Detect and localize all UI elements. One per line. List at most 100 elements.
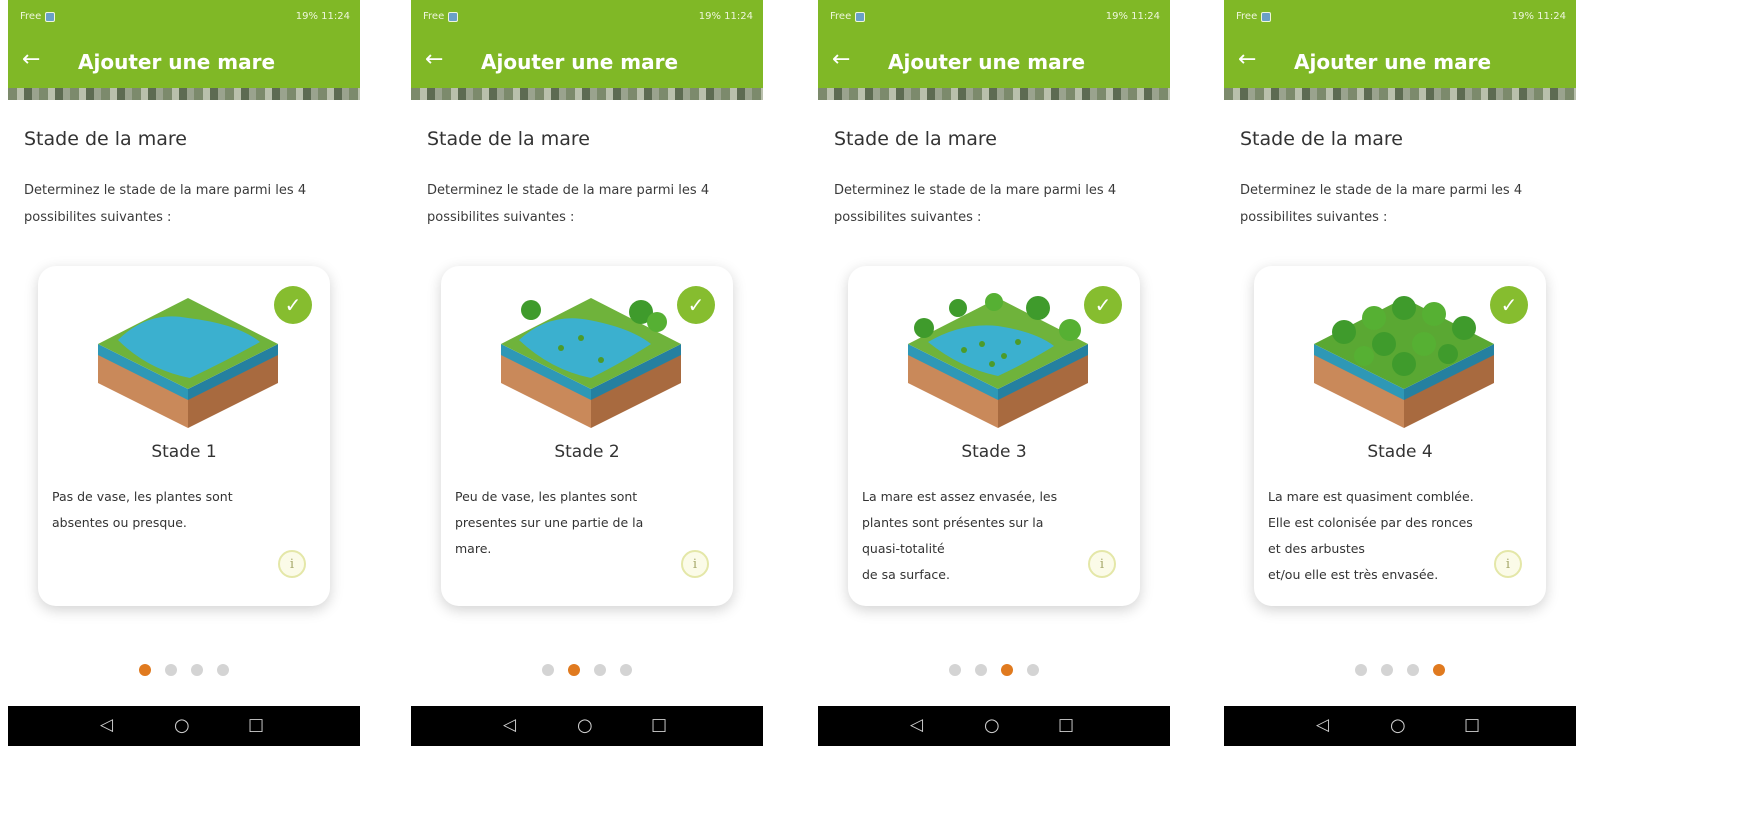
- page-dot-1[interactable]: [949, 664, 961, 676]
- page-dot-2[interactable]: [165, 664, 177, 676]
- check-icon[interactable]: ✓: [274, 286, 312, 324]
- section-description: Determinez le stade de la mare parmi les…: [834, 183, 1117, 225]
- battery-time-text: 19% 11:24: [1511, 11, 1566, 22]
- page-indicator: [1224, 664, 1576, 678]
- app-bar: ← Ajouter une mare: [8, 34, 360, 88]
- carrier-text: Free: [1236, 11, 1258, 22]
- section-title: Stade de la mare: [427, 128, 590, 150]
- app-bar: ← Ajouter une mare: [818, 34, 1170, 88]
- page-dot-3[interactable]: [1001, 664, 1013, 676]
- system-nav-bar: ◁ ○ □: [1224, 706, 1576, 746]
- page-title: Ajouter une mare: [1294, 50, 1492, 74]
- nav-recent-icon[interactable]: □: [651, 715, 667, 735]
- sim-icon: [448, 11, 459, 22]
- status-bar: Free 19% 11:24: [1224, 0, 1576, 34]
- page-dot-1[interactable]: [542, 664, 554, 676]
- nav-home-icon[interactable]: ○: [577, 715, 593, 736]
- status-bar: Free 19% 11:24: [818, 0, 1170, 34]
- header-photo-strip: [8, 88, 360, 100]
- page-dot-4[interactable]: [620, 664, 632, 676]
- pond-stage-2-illustration: [501, 298, 681, 428]
- back-arrow-icon[interactable]: ←: [832, 46, 850, 74]
- page-dot-1[interactable]: [139, 664, 151, 676]
- pond-stage-4-illustration: [1314, 296, 1494, 428]
- page-dot-4[interactable]: [217, 664, 229, 676]
- page-dot-3[interactable]: [594, 664, 606, 676]
- phone-screen-stade-3: Free 19% 11:24 ← Ajouter une mare Stade …: [818, 0, 1170, 832]
- info-icon[interactable]: i: [681, 550, 709, 578]
- phone-screen-stade-1: Free 19% 11:24 ← Ajouter une mare Stade …: [8, 0, 360, 832]
- pond-stage-1-illustration: [98, 298, 278, 428]
- section-description: Determinez le stade de la mare parmi les…: [1240, 183, 1523, 225]
- stage-card[interactable]: ✓ Stade 3 La mare est assez envasée, les…: [848, 266, 1140, 606]
- back-arrow-icon[interactable]: ←: [22, 46, 40, 74]
- nav-back-icon[interactable]: ◁: [503, 715, 516, 735]
- stage-label: Stade 1: [151, 442, 217, 462]
- nav-home-icon[interactable]: ○: [984, 715, 1000, 736]
- sim-icon: [855, 11, 866, 22]
- stage-description: Pas de vase, les plantes sont absentes o…: [52, 489, 233, 530]
- stage-description: La mare est assez envasée, les plantes s…: [862, 489, 1058, 582]
- page-dot-2[interactable]: [975, 664, 987, 676]
- system-nav-bar: ◁ ○ □: [411, 706, 763, 746]
- info-icon[interactable]: i: [1088, 550, 1116, 578]
- stage-description: Peu de vase, les plantes sont presentes …: [455, 489, 644, 556]
- system-nav-bar: ◁ ○ □: [818, 706, 1170, 746]
- page-title: Ajouter une mare: [888, 50, 1086, 74]
- check-icon[interactable]: ✓: [677, 286, 715, 324]
- back-arrow-icon[interactable]: ←: [425, 46, 443, 74]
- nav-recent-icon[interactable]: □: [248, 715, 264, 735]
- check-icon[interactable]: ✓: [1490, 286, 1528, 324]
- check-icon[interactable]: ✓: [1084, 286, 1122, 324]
- sim-icon: [1261, 11, 1272, 22]
- carrier-text: Free: [20, 11, 42, 22]
- section-title: Stade de la mare: [1240, 128, 1403, 150]
- section-title: Stade de la mare: [24, 128, 187, 150]
- section-description: Determinez le stade de la mare parmi les…: [427, 183, 710, 225]
- phone-screen-stade-4: Free 19% 11:24 ← Ajouter une mare Stade …: [1224, 0, 1576, 832]
- system-nav-bar: ◁ ○ □: [8, 706, 360, 746]
- stage-label: Stade 4: [1367, 442, 1433, 462]
- page-dot-4[interactable]: [1433, 664, 1445, 676]
- carrier-text: Free: [830, 11, 852, 22]
- info-icon[interactable]: i: [1494, 550, 1522, 578]
- carrier-text: Free: [423, 11, 445, 22]
- stage-card[interactable]: ✓ Stade 2 Peu de vase, les plantes sont …: [441, 266, 733, 606]
- page-title: Ajouter une mare: [481, 50, 679, 74]
- pond-stage-3-illustration: [908, 293, 1088, 428]
- sim-icon: [45, 11, 56, 22]
- nav-recent-icon[interactable]: □: [1464, 715, 1480, 735]
- section-description: Determinez le stade de la mare parmi les…: [24, 183, 307, 225]
- stage-card[interactable]: ✓ Stade 4 La mare est quasiment comblée.…: [1254, 266, 1546, 606]
- nav-back-icon[interactable]: ◁: [910, 715, 923, 735]
- section-title: Stade de la mare: [834, 128, 997, 150]
- battery-time-text: 19% 11:24: [1105, 11, 1160, 22]
- stage-label: Stade 2: [554, 442, 620, 462]
- page-indicator: [818, 664, 1170, 678]
- nav-recent-icon[interactable]: □: [1058, 715, 1074, 735]
- status-bar: Free 19% 11:24: [8, 0, 360, 34]
- header-photo-strip: [818, 88, 1170, 100]
- nav-home-icon[interactable]: ○: [174, 715, 190, 736]
- header-photo-strip: [411, 88, 763, 100]
- battery-time-text: 19% 11:24: [295, 11, 350, 22]
- page-dot-3[interactable]: [191, 664, 203, 676]
- page-dot-3[interactable]: [1407, 664, 1419, 676]
- header-photo-strip: [1224, 88, 1576, 100]
- info-icon[interactable]: i: [278, 550, 306, 578]
- status-bar: Free 19% 11:24: [411, 0, 763, 34]
- nav-back-icon[interactable]: ◁: [100, 715, 113, 735]
- page-dot-1[interactable]: [1355, 664, 1367, 676]
- phone-screen-stade-2: Free 19% 11:24 ← Ajouter une mare Stade …: [411, 0, 763, 832]
- page-title: Ajouter une mare: [78, 50, 276, 74]
- stage-description: La mare est quasiment comblée. Elle est …: [1268, 489, 1474, 582]
- nav-back-icon[interactable]: ◁: [1316, 715, 1329, 735]
- stage-card[interactable]: ✓ Stade 1 Pas de vase, les plantes sont …: [38, 266, 330, 606]
- page-dot-2[interactable]: [1381, 664, 1393, 676]
- app-bar: ← Ajouter une mare: [1224, 34, 1576, 88]
- page-dot-4[interactable]: [1027, 664, 1039, 676]
- nav-home-icon[interactable]: ○: [1390, 715, 1406, 736]
- back-arrow-icon[interactable]: ←: [1238, 46, 1256, 74]
- page-indicator: [411, 664, 763, 678]
- page-dot-2[interactable]: [568, 664, 580, 676]
